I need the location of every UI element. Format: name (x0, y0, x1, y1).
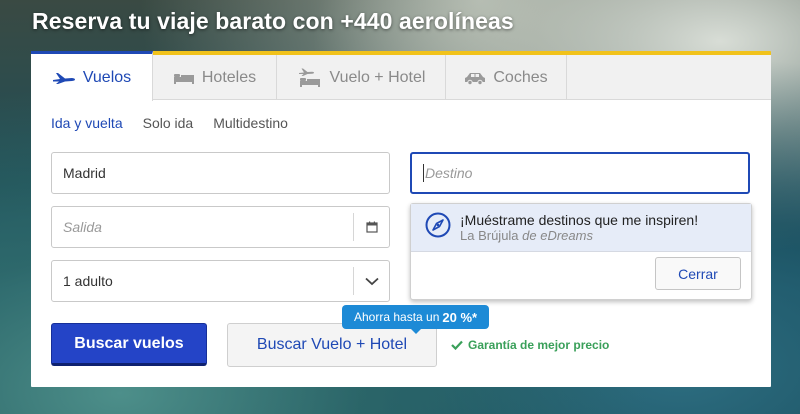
suggestion-title: ¡Muéstrame destinos que me inspiren! (460, 211, 699, 228)
guarantee-text: Garantía de mejor precio (468, 338, 610, 352)
suggestion-subtitle-brand: de eDreams (522, 227, 593, 243)
tab-hotels[interactable]: Hoteles (153, 55, 277, 100)
plane-icon (52, 71, 76, 85)
tab-flight-hotel[interactable]: Vuelo + Hotel (277, 55, 446, 100)
promo-badge: Ahorra hasta un 20 %* (342, 305, 490, 334)
passengers-select[interactable]: 1 adulto (51, 260, 390, 302)
origin-value: Madrid (63, 165, 106, 181)
inspire-suggestion[interactable]: ¡Muéstrame destinos que me inspiren! La … (411, 204, 751, 252)
promo-value: 20 %* (442, 309, 478, 325)
bed-icon (173, 71, 195, 85)
tab-label: Hoteles (201, 68, 257, 86)
plane-bed-icon (297, 68, 323, 88)
calendar-icon[interactable] (353, 213, 389, 241)
checkmark-icon (451, 340, 463, 350)
origin-input[interactable]: Madrid (51, 152, 390, 194)
search-flights-button[interactable]: Buscar vuelos (51, 323, 207, 366)
destination-dropdown: ¡Muéstrame destinos que me inspiren! La … (410, 203, 752, 300)
search-card: Vuelos Hoteles Vuelo + Hotel Coches Ida … (31, 51, 771, 387)
chevron-down-icon[interactable] (353, 267, 389, 295)
trip-type-one-way[interactable]: Solo ida (143, 115, 194, 131)
text-cursor (423, 164, 424, 182)
close-button[interactable]: Cerrar (655, 257, 741, 290)
hero-title: Reserva tu viaje barato con +440 aerolín… (32, 8, 514, 34)
suggestion-text: ¡Muéstrame destinos que me inspiren! La … (460, 212, 698, 244)
destination-input[interactable]: Destino (410, 152, 750, 194)
car-icon (464, 71, 486, 85)
suggestion-subtitle: La Brújula de eDreams (460, 228, 698, 244)
tab-flights[interactable]: Vuelos (31, 51, 153, 101)
tab-label: Vuelos (82, 68, 132, 86)
suggestion-subtitle-prefix: La Brújula (460, 227, 523, 243)
tab-label: Coches (493, 68, 548, 86)
tab-label: Vuelo + Hotel (329, 68, 426, 86)
compass-icon (425, 212, 451, 243)
best-price-guarantee: Garantía de mejor precio (451, 338, 609, 352)
product-tabs: Vuelos Hoteles Vuelo + Hotel Coches (31, 51, 771, 101)
tab-cars[interactable]: Coches (446, 55, 567, 100)
promo-prefix: Ahorra hasta un (354, 310, 440, 324)
departure-placeholder: Salida (63, 219, 102, 235)
departure-date-input[interactable]: Salida (51, 206, 390, 248)
passengers-value: 1 adulto (63, 273, 113, 289)
search-flight-hotel-button[interactable]: Buscar Vuelo + Hotel (227, 323, 437, 367)
trip-type-selector: Ida y vuelta Solo ida Multidestino (51, 115, 288, 131)
trip-type-multi-city[interactable]: Multidestino (213, 115, 288, 131)
trip-type-round-trip[interactable]: Ida y vuelta (51, 115, 123, 131)
destination-placeholder: Destino (425, 165, 473, 181)
